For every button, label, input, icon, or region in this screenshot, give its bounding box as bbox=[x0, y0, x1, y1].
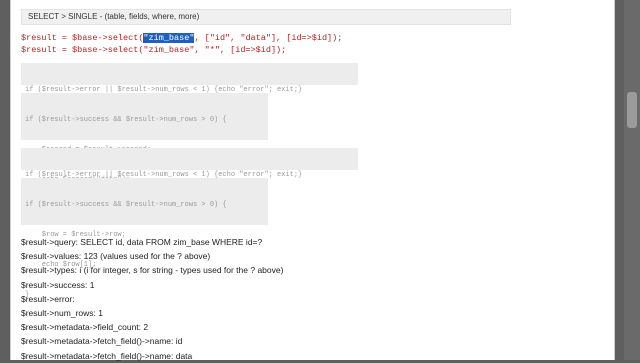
code-block: if ($result->error || $result->num_rows … bbox=[21, 148, 358, 209]
output-line: $result->types: i (i for integer, s for … bbox=[21, 265, 284, 276]
code-block-line: if ($result->success && $result->num_row… bbox=[25, 201, 227, 209]
code-text: $result = $base->select( bbox=[21, 33, 144, 43]
output-line: $result->metadata->fetch_field()->name: … bbox=[21, 336, 183, 347]
vertical-scrollbar[interactable] bbox=[624, 0, 640, 360]
output-line: $result->success: 1 bbox=[21, 279, 95, 290]
result-output: $result->query: SELECT id, data FROM zim… bbox=[21, 235, 283, 363]
selected-text[interactable]: "zim_base" bbox=[143, 33, 195, 43]
scrollbar-thumb[interactable] bbox=[627, 92, 637, 128]
output-line: $result->num_rows: 1 bbox=[21, 308, 103, 319]
output-line: $result->values: 123 (values used for th… bbox=[21, 251, 211, 262]
code-line-select-all[interactable]: $result = $base->select("zim_base", "*",… bbox=[21, 45, 286, 56]
code-block: if ($result->success && $result->num_row… bbox=[21, 178, 268, 299]
section-heading: SELECT > SINGLE - (table, fields, where,… bbox=[21, 9, 511, 25]
output-line: $result->error: bbox=[21, 293, 75, 304]
output-line: $result->metadata->fetch_field()->name: … bbox=[21, 350, 193, 361]
code-line-select-fields[interactable]: $result = $base->select("zim_base", ["id… bbox=[21, 33, 342, 44]
content-page: SELECT > SINGLE - (table, fields, where,… bbox=[10, 0, 615, 363]
output-line: $result->query: SELECT id, data FROM zim… bbox=[21, 237, 263, 247]
code-block: if ($result->success && $result->num_row… bbox=[21, 93, 268, 214]
code-block-line: if ($result->success && $result->num_row… bbox=[25, 116, 227, 124]
code-block: if ($result->error || $result->num_rows … bbox=[21, 63, 358, 124]
output-line: $result->metadata->field_count: 2 bbox=[21, 322, 149, 333]
code-text: , ["id", "data"], [id=>$id]); bbox=[194, 33, 343, 43]
